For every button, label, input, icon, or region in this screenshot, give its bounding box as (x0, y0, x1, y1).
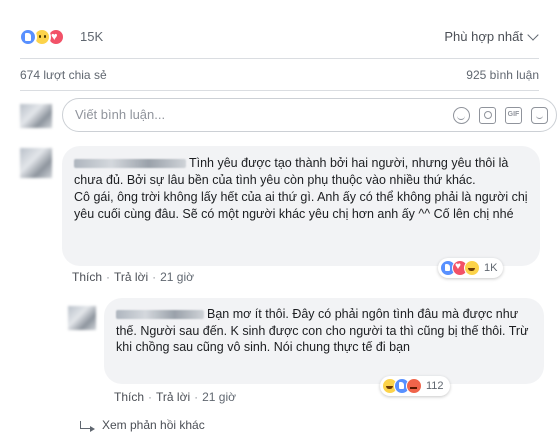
comment-body-2: Cô gái, ông trời không lấy hết của ai th… (74, 190, 528, 221)
reply-link[interactable]: Trả lời (156, 390, 190, 404)
like-icon (19, 28, 37, 46)
avatar[interactable] (68, 306, 96, 330)
sort-dropdown[interactable]: Phù hợp nhất (444, 28, 539, 44)
reply-arrow-icon (80, 421, 95, 432)
camera-icon[interactable] (479, 107, 496, 124)
sticker-icon[interactable] (531, 107, 548, 124)
comment-actions: Thích · Trả lời · 21 giờ (114, 390, 236, 404)
separator: · (152, 270, 157, 284)
comment-text: Bạn mơ ít thôi. Đây có phải ngôn tình đâ… (116, 306, 532, 356)
avatar (20, 104, 52, 128)
composer-icons: GIF (453, 107, 548, 124)
timestamp[interactable]: 21 giờ (202, 390, 236, 404)
reply-link[interactable]: Trả lời (114, 270, 148, 284)
commenter-name[interactable] (116, 310, 204, 320)
divider (20, 58, 539, 59)
comment-input[interactable] (75, 107, 375, 122)
comment-reactions[interactable]: 1K (438, 258, 504, 278)
reaction-count: 1K (484, 262, 498, 274)
timestamp[interactable]: 21 giờ (160, 270, 194, 284)
comment-text: Tình yêu được tạo thành bởi hai người, n… (74, 155, 528, 188)
more-replies-label: Xem phản hồi khác (102, 418, 205, 432)
gif-icon[interactable]: GIF (505, 107, 522, 124)
commenter-name[interactable] (74, 159, 186, 169)
more-replies-link[interactable]: Xem phản hồi khác (80, 418, 205, 432)
comment-reactions[interactable]: 112 (380, 376, 450, 396)
separator: · (148, 390, 153, 404)
avatar[interactable] (20, 148, 52, 178)
separator: · (194, 390, 199, 404)
smile-icon[interactable] (453, 107, 470, 124)
reaction-summary-bar: 15K Phù hợp nhất (0, 20, 559, 56)
comment-actions: Thích · Trả lời · 21 giờ (72, 270, 194, 284)
comment-input-box[interactable]: GIF (62, 98, 557, 132)
reaction-icons[interactable] (19, 28, 79, 46)
reaction-count: 112 (426, 380, 444, 392)
comment-count[interactable]: 925 bình luận (466, 68, 539, 82)
reaction-count[interactable]: 15K (80, 29, 103, 44)
like-link[interactable]: Thích (114, 390, 144, 404)
chevron-down-icon (527, 28, 539, 41)
sort-label: Phù hợp nhất (444, 29, 523, 44)
share-count[interactable]: 674 lượt chia sẻ (20, 68, 107, 82)
comment-bubble: Bạn mơ ít thôi. Đây có phải ngôn tình đâ… (104, 298, 544, 384)
angry-icon (406, 378, 422, 394)
haha-icon (464, 260, 480, 276)
like-link[interactable]: Thích (72, 270, 102, 284)
comment-bubble: Tình yêu được tạo thành bởi hai người, n… (62, 146, 540, 266)
divider (20, 90, 539, 91)
comment-composer: GIF (20, 96, 557, 136)
separator: · (106, 270, 111, 284)
